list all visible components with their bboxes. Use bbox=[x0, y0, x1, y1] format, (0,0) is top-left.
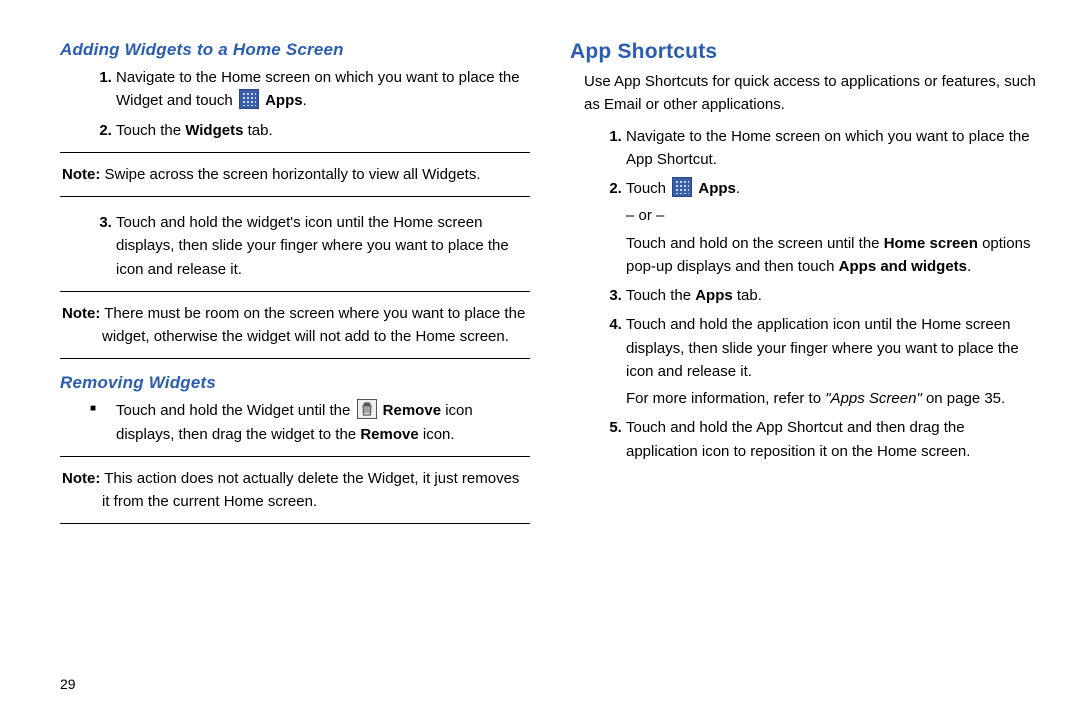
note-text: Swipe across the screen horizontally to … bbox=[100, 166, 480, 183]
step-text: Touch and hold the widget's icon until t… bbox=[116, 214, 509, 278]
step-text: Touch and hold the Widget until the bbox=[116, 402, 355, 419]
step-text: Navigate to the Home screen on which you… bbox=[626, 128, 1030, 168]
note-label: Note: bbox=[62, 470, 100, 487]
note-delete: Note: This action does not actually dele… bbox=[60, 456, 530, 525]
apps-label: Apps bbox=[265, 92, 303, 109]
adding-widgets-steps-cont: Touch and hold the widget's icon until t… bbox=[60, 211, 530, 281]
list-item: Touch and hold the Widget until the Remo… bbox=[116, 399, 530, 446]
homescreen-label: Home screen bbox=[884, 235, 978, 252]
ref-text: on page 35. bbox=[922, 390, 1005, 407]
page-number: 29 bbox=[60, 676, 76, 692]
apps-grid-icon bbox=[239, 89, 259, 109]
or-separator: – or – bbox=[626, 204, 1040, 227]
widgets-label: Widgets bbox=[185, 122, 243, 139]
list-item: Touch the Apps tab. bbox=[626, 284, 1040, 307]
apps-widgets-label: Apps and widgets bbox=[839, 258, 967, 275]
left-column: Adding Widgets to a Home Screen Navigate… bbox=[60, 40, 530, 700]
apps-label: Apps bbox=[695, 287, 733, 304]
period: . bbox=[967, 258, 971, 275]
right-column: App Shortcuts Use App Shortcuts for quic… bbox=[570, 40, 1040, 700]
step-text: Touch bbox=[626, 180, 670, 197]
step-text: Touch and hold the App Shortcut and then… bbox=[626, 419, 970, 459]
note-room: Note: There must be room on the screen w… bbox=[60, 291, 530, 360]
period: . bbox=[303, 92, 307, 109]
ref-link: "Apps Screen" bbox=[825, 390, 922, 407]
list-item: Navigate to the Home screen on which you… bbox=[116, 66, 530, 113]
note-label: Note: bbox=[62, 305, 100, 322]
note-swipe: Note: Swipe across the screen horizontal… bbox=[60, 152, 530, 197]
removing-widgets-list: Touch and hold the Widget until the Remo… bbox=[60, 399, 530, 446]
list-item: Navigate to the Home screen on which you… bbox=[626, 125, 1040, 172]
heading-adding-widgets: Adding Widgets to a Home Screen bbox=[60, 40, 530, 60]
step-text: tab. bbox=[733, 287, 762, 304]
list-item: Touch and hold the application icon unti… bbox=[626, 313, 1040, 410]
list-item: Touch and hold the App Shortcut and then… bbox=[626, 416, 1040, 463]
step-text: icon. bbox=[419, 426, 455, 443]
note-text: This action does not actually delete the… bbox=[100, 470, 519, 510]
ref-text: For more information, refer to bbox=[626, 390, 825, 407]
step-text: Touch the bbox=[116, 122, 185, 139]
app-shortcut-steps: Navigate to the Home screen on which you… bbox=[570, 125, 1040, 463]
alt-text: Touch and hold on the screen until the bbox=[626, 235, 884, 252]
step-text: Touch and hold the application icon unti… bbox=[626, 316, 1019, 380]
adding-widgets-steps: Navigate to the Home screen on which you… bbox=[60, 66, 530, 142]
step-text: Navigate to the Home screen on which you… bbox=[116, 69, 520, 109]
list-item: Touch the Widgets tab. bbox=[116, 119, 530, 142]
heading-removing-widgets: Removing Widgets bbox=[60, 373, 530, 393]
apps-grid-icon bbox=[672, 177, 692, 197]
remove-label: Remove bbox=[360, 426, 418, 443]
period: . bbox=[736, 180, 740, 197]
step-text: tab. bbox=[243, 122, 272, 139]
step-text: Touch the bbox=[626, 287, 695, 304]
heading-app-shortcuts: App Shortcuts bbox=[570, 40, 1040, 64]
manual-page: Adding Widgets to a Home Screen Navigate… bbox=[0, 0, 1080, 720]
note-text: There must be room on the screen where y… bbox=[100, 305, 525, 345]
remove-label: Remove bbox=[383, 402, 441, 419]
list-item: Touch and hold the widget's icon until t… bbox=[116, 211, 530, 281]
intro-text: Use App Shortcuts for quick access to ap… bbox=[570, 70, 1040, 117]
trash-icon bbox=[357, 399, 377, 419]
apps-label: Apps bbox=[698, 180, 736, 197]
list-item: Touch Apps. – or – Touch and hold on the… bbox=[626, 177, 1040, 278]
note-label: Note: bbox=[62, 166, 100, 183]
